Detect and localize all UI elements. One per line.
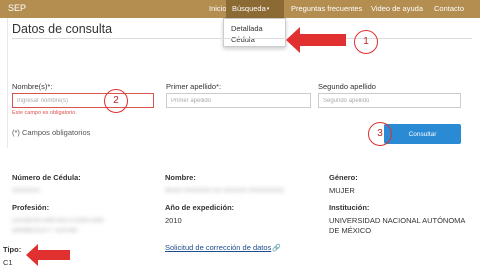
busqueda-dropdown-menu: Detallada Cédula	[223, 18, 286, 47]
institucion-value-line-1: UNIVERSIDAD NACIONAL AUTÓNOMA	[329, 216, 466, 225]
profesion-value-line-2: DRAMATICA Y TEATRO	[12, 228, 78, 234]
primer-apellido-input[interactable]	[166, 93, 311, 108]
brand-logo[interactable]: SEP	[8, 3, 26, 13]
annotation-arrow-1	[286, 27, 346, 53]
segundo-apellido-label: Segundo apellido	[318, 82, 376, 91]
annotation-marker-2: 2	[104, 89, 128, 113]
nav-video-de-ayuda[interactable]: Video de ayuda	[371, 4, 423, 13]
tipo-label: Tipo:	[3, 245, 22, 254]
top-navbar: SEP Inicio ▾ Búsqueda▾ Preguntas frecuent…	[0, 0, 480, 18]
institucion-value-line-2: DE MÉXICO	[329, 226, 372, 235]
menu-item-cedula[interactable]: Cédula	[231, 35, 255, 44]
nav-busqueda-label: Búsqueda	[232, 4, 266, 13]
tipo-value: C1	[3, 258, 13, 267]
menu-item-detallada[interactable]: Detallada	[231, 24, 263, 33]
institucion-label: Institución:	[329, 203, 370, 212]
annotation-marker-1: 1	[354, 30, 378, 54]
annotation-arrow-tipo	[26, 244, 70, 266]
link-icon: 🔗	[272, 245, 282, 252]
nombre-label: Nombre(s)*:	[12, 82, 53, 91]
nav-contacto[interactable]: Contacto	[434, 4, 464, 13]
nombre-result-label: Nombre:	[165, 173, 196, 182]
nombre-error-message: Este campo es obligatorio.	[12, 110, 77, 116]
profesion-value-line-1: LICENCIATURA EN LITERATURA	[12, 218, 104, 224]
nombre-result-value: NUXX XXXXXXX XX XXXXXX XXXXXXXXX	[165, 188, 285, 194]
genero-value: MUJER	[329, 186, 355, 195]
nav-busqueda[interactable]: Búsqueda▾	[226, 0, 284, 18]
anio-expedicion-label: Año de expedición:	[165, 203, 235, 212]
panel-border	[7, 18, 8, 148]
nav-inicio-label: Inicio	[209, 4, 227, 13]
primer-apellido-label: Primer apellido*:	[166, 82, 222, 91]
title-divider	[12, 38, 472, 39]
genero-label: Género:	[329, 173, 358, 182]
required-fields-note: (*) Campos obligatorios	[12, 128, 91, 137]
profesion-label: Profesión:	[12, 203, 50, 212]
numero-cedula-value: XXXXXXX	[12, 188, 41, 194]
nombre-input[interactable]	[12, 93, 154, 108]
solicitud-correccion-link[interactable]: Solicitud de corrección de datos🔗	[165, 243, 281, 252]
anio-expedicion-value: 2010	[165, 216, 182, 225]
page-title: Datos de consulta	[12, 22, 113, 36]
solicitud-correccion-label: Solicitud de corrección de datos	[165, 243, 272, 252]
nav-preguntas-frecuentes[interactable]: Preguntas frecuentes	[291, 4, 362, 13]
chevron-down-icon: ▾	[266, 6, 270, 12]
consultar-button[interactable]: Consultar	[384, 124, 461, 144]
segundo-apellido-input[interactable]	[318, 93, 461, 108]
numero-cedula-label: Número de Cédula:	[12, 173, 81, 182]
annotation-marker-3: 3	[368, 122, 392, 146]
